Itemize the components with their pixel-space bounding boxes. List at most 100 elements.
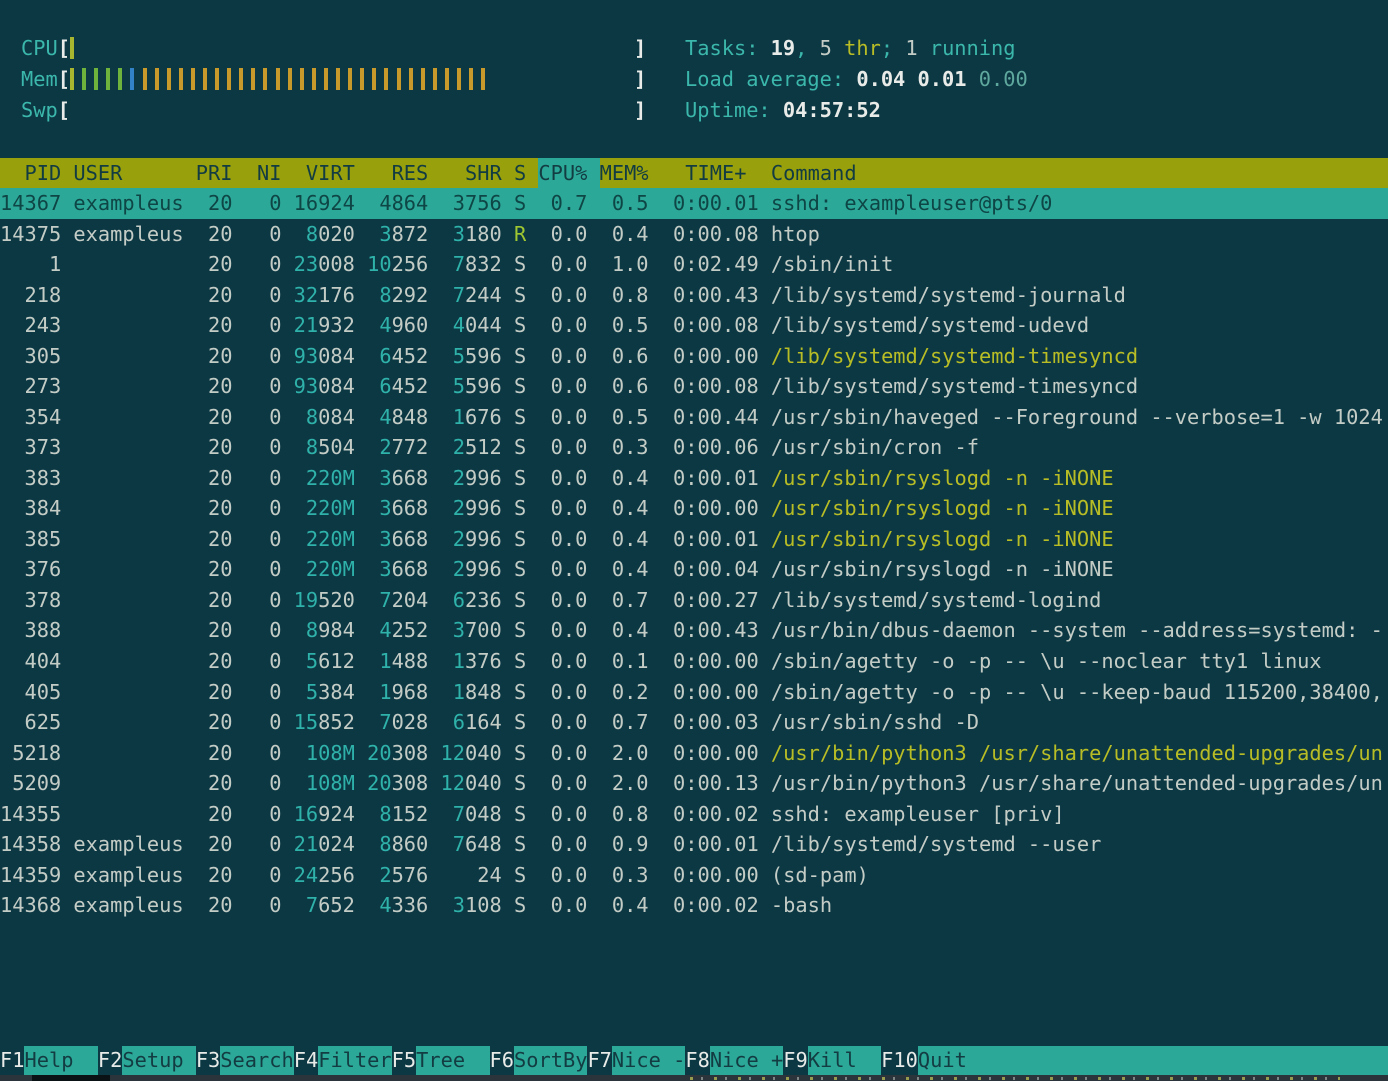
command-cell: /lib/systemd/systemd-logind [771,585,1101,616]
process-row[interactable]: 14355 20 0 16924 8152 7048 S 0.0 0.8 0:0… [0,799,1388,830]
function-key-item[interactable]: F2Setup [98,1046,196,1075]
column-header-res[interactable]: RES [367,158,428,189]
process-row[interactable]: 384 20 0 220M 3668 2996 S 0.0 0.4 0:00.0… [0,493,1388,524]
state-cell: S [514,524,526,555]
mem-percent-cell: 0.5 [600,402,649,433]
process-row[interactable]: 5209 20 0 108M 20308 12040 S 0.0 2.0 0:0… [0,768,1388,799]
cpu-percent-cell: 0.0 [538,524,587,555]
time-cell: 0:00.01 [661,524,759,555]
load-5min: 0.01 [918,67,979,91]
res-cell: 2772 [367,432,428,463]
process-row[interactable]: 14359 exampleus 20 0 24256 2576 24 S 0.0… [0,860,1388,891]
cpu-percent-cell: 0.0 [538,890,587,921]
priority-cell: 20 [196,554,233,585]
swp-meter-bar [70,95,634,126]
res-cell: 20308 [367,738,428,769]
column-header-ni[interactable]: NI [245,158,282,189]
time-cell: 0:00.01 [661,463,759,494]
column-header-pri[interactable]: PRI [196,158,233,189]
state-cell: S [514,799,526,830]
column-header-shr[interactable]: SHR [441,158,502,189]
mem-percent-cell: 0.6 [600,371,649,402]
command-cell: /usr/sbin/rsyslogd -n -iNONE [771,493,1114,524]
process-row[interactable]: 625 20 0 15852 7028 6164 S 0.0 0.7 0:00.… [0,707,1388,738]
process-row[interactable]: 373 20 0 8504 2772 2512 S 0.0 0.3 0:00.0… [0,432,1388,463]
column-header-virt[interactable]: VIRT [294,158,355,189]
pid-cell: 388 [0,615,61,646]
process-row[interactable]: 354 20 0 8084 4848 1676 S 0.0 0.5 0:00.4… [0,402,1388,433]
res-cell: 4960 [367,310,428,341]
function-key-item[interactable]: F8Nice + [685,1046,783,1075]
process-row[interactable]: 1 20 0 23008 10256 7832 S 0.0 1.0 0:02.4… [0,249,1388,280]
res-cell: 8292 [367,280,428,311]
function-key: F7 [587,1046,611,1075]
pid-cell: 14359 [0,860,61,891]
process-row[interactable]: 5218 20 0 108M 20308 12040 S 0.0 2.0 0:0… [0,738,1388,769]
column-header-time[interactable]: TIME+ [661,158,759,189]
process-row[interactable]: 376 20 0 220M 3668 2996 S 0.0 0.4 0:00.0… [0,554,1388,585]
mem-percent-cell: 0.7 [600,585,649,616]
column-header-mem[interactable]: MEM% [600,158,649,189]
process-row[interactable]: 405 20 0 5384 1968 1848 S 0.0 0.2 0:00.0… [0,677,1388,708]
column-header-user[interactable]: USER [73,158,183,189]
process-row[interactable]: 305 20 0 93084 6452 5596 S 0.0 0.6 0:00.… [0,341,1388,372]
nice-cell: 0 [245,280,282,311]
process-row[interactable]: 404 20 0 5612 1488 1376 S 0.0 0.1 0:00.0… [0,646,1388,677]
process-row[interactable]: 243 20 0 21932 4960 4044 S 0.0 0.5 0:00.… [0,310,1388,341]
function-key-item[interactable]: F6SortBy [490,1046,588,1075]
command-cell: /usr/bin/dbus-daemon --system --address=… [771,615,1383,646]
column-header-command[interactable]: Command [771,158,857,189]
process-row[interactable]: 14375 exampleus 20 0 8020 3872 3180 R 0.… [0,219,1388,250]
column-header-cpu-sorted[interactable]: CPU% [538,158,587,189]
virt-cell: 220M [294,524,355,555]
shr-cell: 7648 [441,829,502,860]
process-row[interactable]: 14358 exampleus 20 0 21024 8860 7648 S 0… [0,829,1388,860]
column-header-state[interactable]: S [514,158,526,189]
virt-cell: 15852 [294,707,355,738]
function-key-item[interactable]: F10Quit [881,1046,1388,1075]
state-cell: S [514,249,526,280]
priority-cell: 20 [196,402,233,433]
command-cell: /sbin/agetty -o -p -- \u --noclear tty1 … [771,646,1322,677]
function-key-label: Setup [122,1046,195,1075]
shr-cell: 2996 [441,463,502,494]
process-row[interactable]: 383 20 0 220M 3668 2996 S 0.0 0.4 0:00.0… [0,463,1388,494]
res-cell: 8152 [367,799,428,830]
process-row[interactable]: 273 20 0 93084 6452 5596 S 0.0 0.6 0:00.… [0,371,1388,402]
time-cell: 0:02.49 [661,249,759,280]
virt-cell: 24256 [294,860,355,891]
meter-close-bracket: ] [634,67,646,91]
virt-cell: 19520 [294,585,355,616]
process-row[interactable]: 218 20 0 32176 8292 7244 S 0.0 0.8 0:00.… [0,280,1388,311]
command-cell: (sd-pam) [771,860,869,891]
priority-cell: 20 [196,860,233,891]
nice-cell: 0 [245,615,282,646]
function-key-item[interactable]: F3Search [196,1046,294,1075]
virt-cell: 93084 [294,341,355,372]
process-row[interactable]: 14368 exampleus 20 0 7652 4336 3108 S 0.… [0,890,1388,921]
pid-cell: 383 [0,463,61,494]
cpu-percent-cell: 0.0 [538,249,587,280]
process-row[interactable]: 14367 exampleus 20 0 16924 4864 3756 S 0… [0,188,1388,219]
process-row[interactable]: 385 20 0 220M 3668 2996 S 0.0 0.4 0:00.0… [0,524,1388,555]
time-cell: 0:00.43 [661,615,759,646]
cpu-percent-cell: 0.0 [538,829,587,860]
pid-cell: 273 [0,371,61,402]
priority-cell: 20 [196,738,233,769]
swp-meter-label: Swp [21,98,58,122]
cpu-percent-cell: 0.0 [538,554,587,585]
function-key-item[interactable]: F5Tree [392,1046,490,1075]
function-key: F4 [294,1046,318,1075]
column-header-pid[interactable]: PID [0,158,61,189]
function-key-item[interactable]: F7Nice - [587,1046,685,1075]
virt-cell: 21024 [294,829,355,860]
priority-cell: 20 [196,341,233,372]
mem-percent-cell: 0.5 [600,188,649,219]
function-key-item[interactable]: F9Kill [783,1046,881,1075]
function-key: F8 [685,1046,709,1075]
mem-percent-cell: 2.0 [600,738,649,769]
function-key-item[interactable]: F4Filter [294,1046,392,1075]
process-row[interactable]: 388 20 0 8984 4252 3700 S 0.0 0.4 0:00.4… [0,615,1388,646]
process-row[interactable]: 378 20 0 19520 7204 6236 S 0.0 0.7 0:00.… [0,585,1388,616]
function-key-item[interactable]: F1Help [0,1046,98,1075]
